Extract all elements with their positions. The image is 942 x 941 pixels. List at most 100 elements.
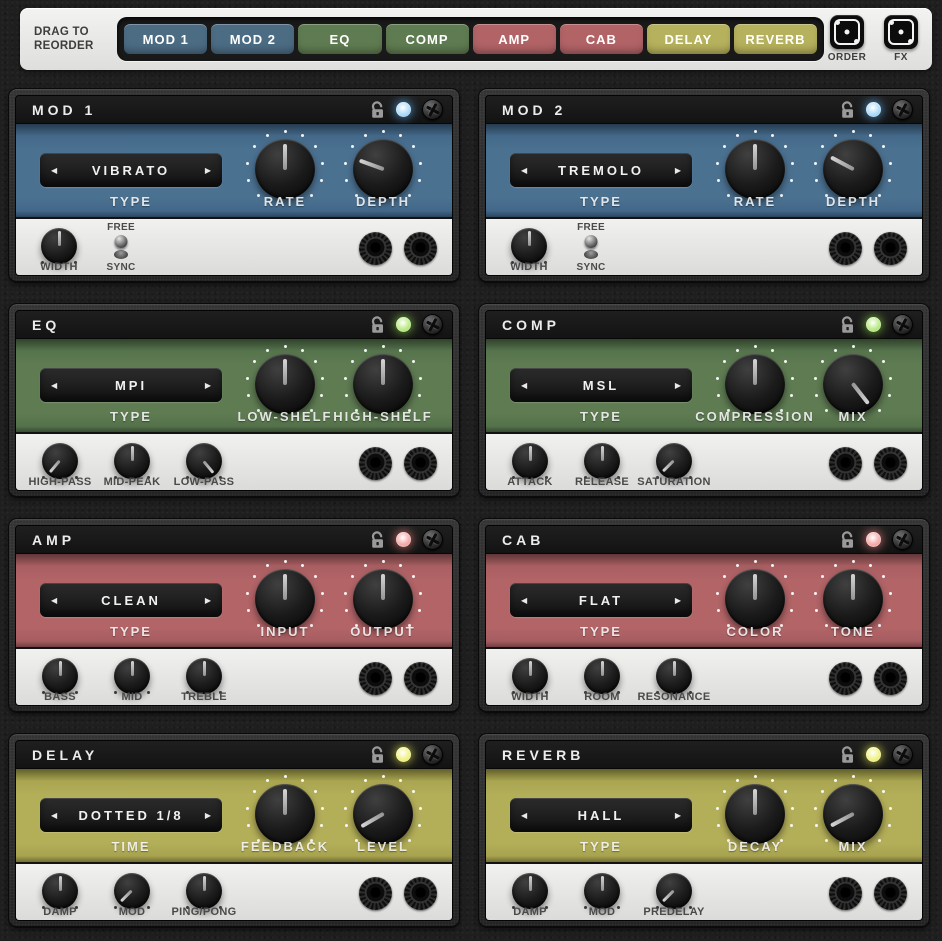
- tab-mod-1[interactable]: MOD 1: [124, 24, 207, 54]
- unlock-icon[interactable]: [370, 316, 385, 334]
- knob-predelay[interactable]: [656, 873, 692, 909]
- type-next-arrow-icon[interactable]: ▶: [197, 811, 211, 820]
- jack-socket-2[interactable]: [404, 662, 437, 695]
- knob-rate[interactable]: [255, 139, 315, 199]
- knob-release[interactable]: [584, 443, 620, 479]
- type-next-arrow-icon[interactable]: ▶: [667, 596, 681, 605]
- tab-eq[interactable]: EQ: [298, 24, 381, 54]
- tab-amp[interactable]: AMP: [473, 24, 556, 54]
- unlock-icon[interactable]: [840, 746, 855, 764]
- knob-saturation[interactable]: [656, 443, 692, 479]
- jack-socket-2[interactable]: [404, 877, 437, 910]
- jack-socket-1[interactable]: [359, 662, 392, 695]
- knob-mid[interactable]: [114, 658, 150, 694]
- module-amp[interactable]: AMP◀CLEAN▶TYPEINPUTOUTPUTBASSMIDTREBLE: [8, 518, 460, 713]
- knob-attack[interactable]: [512, 443, 548, 479]
- type-prev-arrow-icon[interactable]: ◀: [51, 596, 65, 605]
- power-led[interactable]: [396, 532, 411, 547]
- jack-socket-2[interactable]: [874, 662, 907, 695]
- power-led[interactable]: [396, 102, 411, 117]
- module-reverb[interactable]: REVERB◀HALL▶TYPEDECAYMIXDAMPMODPREDELAY: [478, 733, 930, 928]
- knob-damp[interactable]: [512, 873, 548, 909]
- knob-damp[interactable]: [42, 873, 78, 909]
- module-comp[interactable]: COMP◀MSL▶TYPECOMPRESSIONMIXATTACKRELEASE…: [478, 303, 930, 498]
- jack-socket-2[interactable]: [404, 447, 437, 480]
- knob-mid-peak[interactable]: [114, 443, 150, 479]
- type-prev-arrow-icon[interactable]: ◀: [521, 166, 535, 175]
- knob-depth[interactable]: [353, 139, 413, 199]
- module-eq[interactable]: EQ◀MPI▶TYPELOW-SHELFHIGH-SHELFHIGH-PASSM…: [8, 303, 460, 498]
- unlock-icon[interactable]: [840, 531, 855, 549]
- unlock-icon[interactable]: [370, 746, 385, 764]
- power-led[interactable]: [396, 747, 411, 762]
- power-led[interactable]: [866, 747, 881, 762]
- jack-socket-1[interactable]: [359, 232, 392, 265]
- knob-low-pass[interactable]: [186, 443, 222, 479]
- jack-socket-1[interactable]: [829, 877, 862, 910]
- module-delay[interactable]: DELAY◀DOTTED 1/8▶TIMEFEEDBACKLEVELDAMPMO…: [8, 733, 460, 928]
- type-prev-arrow-icon[interactable]: ◀: [51, 166, 65, 175]
- tab-reverb[interactable]: REVERB: [734, 24, 817, 54]
- tab-comp[interactable]: COMP: [386, 24, 469, 54]
- type-next-arrow-icon[interactable]: ▶: [197, 166, 211, 175]
- module-mod-1[interactable]: MOD 1◀VIBRATO▶TYPERATEDEPTHWIDTHFREESYNC: [8, 88, 460, 283]
- type-prev-arrow-icon[interactable]: ◀: [521, 596, 535, 605]
- jack-socket-1[interactable]: [829, 447, 862, 480]
- knob-resonance[interactable]: [656, 658, 692, 694]
- type-prev-arrow-icon[interactable]: ◀: [51, 811, 65, 820]
- tab-delay[interactable]: DELAY: [647, 24, 730, 54]
- sync-toggle-switch[interactable]: [582, 234, 600, 260]
- power-led[interactable]: [396, 317, 411, 332]
- knob-input[interactable]: [255, 569, 315, 629]
- type-selector[interactable]: ◀CLEAN▶: [40, 583, 222, 617]
- knob-rate[interactable]: [725, 139, 785, 199]
- jack-socket-1[interactable]: [829, 662, 862, 695]
- tab-mod-2[interactable]: MOD 2: [211, 24, 294, 54]
- knob-level[interactable]: [353, 784, 413, 844]
- jack-socket-2[interactable]: [874, 232, 907, 265]
- unlock-icon[interactable]: [370, 531, 385, 549]
- jack-socket-2[interactable]: [874, 877, 907, 910]
- knob-ping-pong[interactable]: [186, 873, 222, 909]
- jack-socket-1[interactable]: [359, 877, 392, 910]
- power-led[interactable]: [866, 102, 881, 117]
- type-prev-arrow-icon[interactable]: ◀: [521, 381, 535, 390]
- module-mod-2[interactable]: MOD 2◀TREMOLO▶TYPERATEDEPTHWIDTHFREESYNC: [478, 88, 930, 283]
- type-selector[interactable]: ◀VIBRATO▶: [40, 153, 222, 187]
- knob-depth[interactable]: [823, 139, 883, 199]
- knob-high-pass[interactable]: [42, 443, 78, 479]
- type-selector[interactable]: ◀HALL▶: [510, 798, 692, 832]
- sync-toggle-switch[interactable]: [112, 234, 130, 260]
- type-selector[interactable]: ◀FLAT▶: [510, 583, 692, 617]
- tab-cab[interactable]: CAB: [560, 24, 643, 54]
- knob-compression[interactable]: [725, 354, 785, 414]
- knob-width[interactable]: [41, 228, 77, 264]
- randomize-fx-button[interactable]: FX: [878, 15, 924, 63]
- knob-feedback[interactable]: [255, 784, 315, 844]
- type-selector[interactable]: ◀TREMOLO▶: [510, 153, 692, 187]
- knob-mod[interactable]: [584, 873, 620, 909]
- module-cab[interactable]: CAB◀FLAT▶TYPECOLORTONEWIDTHROOMRESONANCE: [478, 518, 930, 713]
- knob-low-shelf[interactable]: [255, 354, 315, 414]
- type-prev-arrow-icon[interactable]: ◀: [521, 811, 535, 820]
- type-next-arrow-icon[interactable]: ▶: [197, 381, 211, 390]
- unlock-icon[interactable]: [840, 101, 855, 119]
- type-selector[interactable]: ◀MSL▶: [510, 368, 692, 402]
- type-selector[interactable]: ◀DOTTED 1/8▶: [40, 798, 222, 832]
- unlock-icon[interactable]: [840, 316, 855, 334]
- knob-mix[interactable]: [823, 354, 883, 414]
- knob-mix[interactable]: [823, 784, 883, 844]
- type-next-arrow-icon[interactable]: ▶: [197, 596, 211, 605]
- jack-socket-1[interactable]: [829, 232, 862, 265]
- type-next-arrow-icon[interactable]: ▶: [667, 381, 681, 390]
- knob-high-shelf[interactable]: [353, 354, 413, 414]
- type-next-arrow-icon[interactable]: ▶: [667, 166, 681, 175]
- knob-mod[interactable]: [114, 873, 150, 909]
- jack-socket-2[interactable]: [404, 232, 437, 265]
- knob-width[interactable]: [511, 228, 547, 264]
- knob-bass[interactable]: [42, 658, 78, 694]
- knob-width[interactable]: [512, 658, 548, 694]
- jack-socket-1[interactable]: [359, 447, 392, 480]
- knob-room[interactable]: [584, 658, 620, 694]
- knob-treble[interactable]: [186, 658, 222, 694]
